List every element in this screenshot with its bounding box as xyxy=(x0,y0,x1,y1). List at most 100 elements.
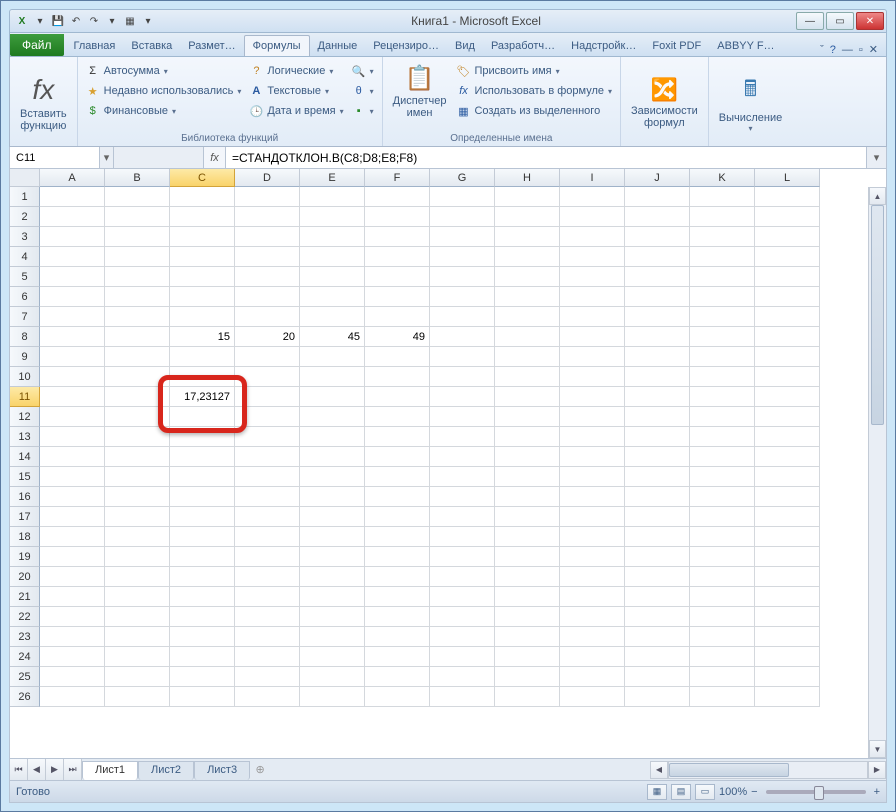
row-header[interactable]: 25 xyxy=(10,667,40,687)
ribbon-tab[interactable]: Размет… xyxy=(180,36,243,56)
cell[interactable] xyxy=(40,407,105,427)
cell[interactable] xyxy=(430,427,495,447)
cell[interactable] xyxy=(430,467,495,487)
qat-custom1-icon[interactable]: ▦ xyxy=(122,13,138,29)
cell[interactable] xyxy=(300,187,365,207)
cell[interactable] xyxy=(235,487,300,507)
column-header[interactable]: G xyxy=(430,169,495,187)
cell[interactable] xyxy=(170,247,235,267)
row-header[interactable]: 15 xyxy=(10,467,40,487)
name-manager-button[interactable]: 📋 Диспетчер имен xyxy=(387,59,453,123)
cell[interactable] xyxy=(560,627,625,647)
cell[interactable] xyxy=(495,687,560,707)
row-header[interactable]: 21 xyxy=(10,587,40,607)
cell[interactable] xyxy=(300,307,365,327)
cell[interactable] xyxy=(430,187,495,207)
ribbon-tab[interactable]: Формулы xyxy=(244,35,310,56)
lookup-button[interactable]: 🔍▾ xyxy=(350,63,376,79)
cell[interactable] xyxy=(625,427,690,447)
cell[interactable] xyxy=(235,627,300,647)
cell[interactable] xyxy=(755,367,820,387)
cell[interactable] xyxy=(40,587,105,607)
cell[interactable] xyxy=(430,407,495,427)
cell[interactable] xyxy=(495,567,560,587)
cell[interactable] xyxy=(300,547,365,567)
cell[interactable] xyxy=(365,307,430,327)
cell[interactable] xyxy=(300,687,365,707)
cell[interactable] xyxy=(625,447,690,467)
cell[interactable] xyxy=(235,247,300,267)
cell[interactable] xyxy=(430,507,495,527)
cell[interactable] xyxy=(300,347,365,367)
cell[interactable] xyxy=(300,567,365,587)
row-header[interactable]: 9 xyxy=(10,347,40,367)
cell[interactable] xyxy=(40,607,105,627)
help-icon[interactable]: ? xyxy=(830,44,836,56)
cell[interactable] xyxy=(235,547,300,567)
cell[interactable] xyxy=(40,187,105,207)
more-functions-button[interactable]: ▪▾ xyxy=(350,103,376,119)
cell[interactable] xyxy=(690,647,755,667)
define-name-button[interactable]: 🏷Присвоить имя▾ xyxy=(454,63,614,79)
cell[interactable] xyxy=(365,527,430,547)
row-header[interactable]: 2 xyxy=(10,207,40,227)
cell[interactable] xyxy=(755,287,820,307)
cell[interactable] xyxy=(40,427,105,447)
qat-more-icon[interactable]: ▾ xyxy=(104,13,120,29)
cell[interactable] xyxy=(105,427,170,447)
cell[interactable] xyxy=(365,267,430,287)
cell[interactable] xyxy=(170,227,235,247)
cell[interactable] xyxy=(365,287,430,307)
page-break-view-button[interactable]: ▭ xyxy=(695,784,715,800)
cell[interactable] xyxy=(430,347,495,367)
cell[interactable] xyxy=(105,387,170,407)
cell[interactable] xyxy=(105,267,170,287)
ribbon-tab[interactable]: Разработч… xyxy=(483,36,563,56)
row-header[interactable]: 26 xyxy=(10,687,40,707)
cell[interactable] xyxy=(690,287,755,307)
cell[interactable] xyxy=(690,607,755,627)
qat-dropdown-icon[interactable]: ▾ xyxy=(32,13,48,29)
cell[interactable] xyxy=(625,327,690,347)
cell[interactable] xyxy=(755,487,820,507)
cell[interactable] xyxy=(430,287,495,307)
cell[interactable] xyxy=(365,587,430,607)
cell[interactable] xyxy=(170,267,235,287)
calculation-button[interactable]: 🖩 Вычисление ▾ xyxy=(713,59,789,146)
row-header[interactable]: 22 xyxy=(10,607,40,627)
cell[interactable] xyxy=(235,367,300,387)
row-header[interactable]: 4 xyxy=(10,247,40,267)
cell[interactable] xyxy=(755,527,820,547)
cell[interactable] xyxy=(105,507,170,527)
cell[interactable] xyxy=(40,347,105,367)
cell[interactable] xyxy=(430,607,495,627)
cell[interactable] xyxy=(235,207,300,227)
cell[interactable] xyxy=(300,287,365,307)
cell[interactable] xyxy=(365,187,430,207)
cell[interactable]: 45 xyxy=(300,327,365,347)
cell[interactable] xyxy=(495,427,560,447)
cell[interactable] xyxy=(40,287,105,307)
close-button[interactable]: ✕ xyxy=(856,12,884,30)
ribbon-tab[interactable]: Вставка xyxy=(123,36,180,56)
cell[interactable] xyxy=(430,647,495,667)
row-header[interactable]: 23 xyxy=(10,627,40,647)
text-button[interactable]: AТекстовые▾ xyxy=(247,83,345,99)
row-header[interactable]: 17 xyxy=(10,507,40,527)
cell[interactable] xyxy=(690,567,755,587)
cell[interactable] xyxy=(170,527,235,547)
cell[interactable] xyxy=(300,267,365,287)
cell[interactable] xyxy=(560,227,625,247)
cell[interactable] xyxy=(170,207,235,227)
create-from-selection-button[interactable]: ▦Создать из выделенного xyxy=(454,103,614,119)
cell[interactable] xyxy=(105,187,170,207)
normal-view-button[interactable]: ▦ xyxy=(647,784,667,800)
datetime-button[interactable]: 🕒Дата и время▾ xyxy=(247,103,345,119)
cell[interactable] xyxy=(560,447,625,467)
zoom-out-button[interactable]: − xyxy=(751,786,757,798)
cell[interactable] xyxy=(690,467,755,487)
cell[interactable] xyxy=(495,387,560,407)
cell[interactable] xyxy=(365,687,430,707)
formula-auditing-button[interactable]: 🔀 Зависимости формул xyxy=(625,59,704,146)
doc-minimize-icon[interactable]: — xyxy=(842,44,853,56)
